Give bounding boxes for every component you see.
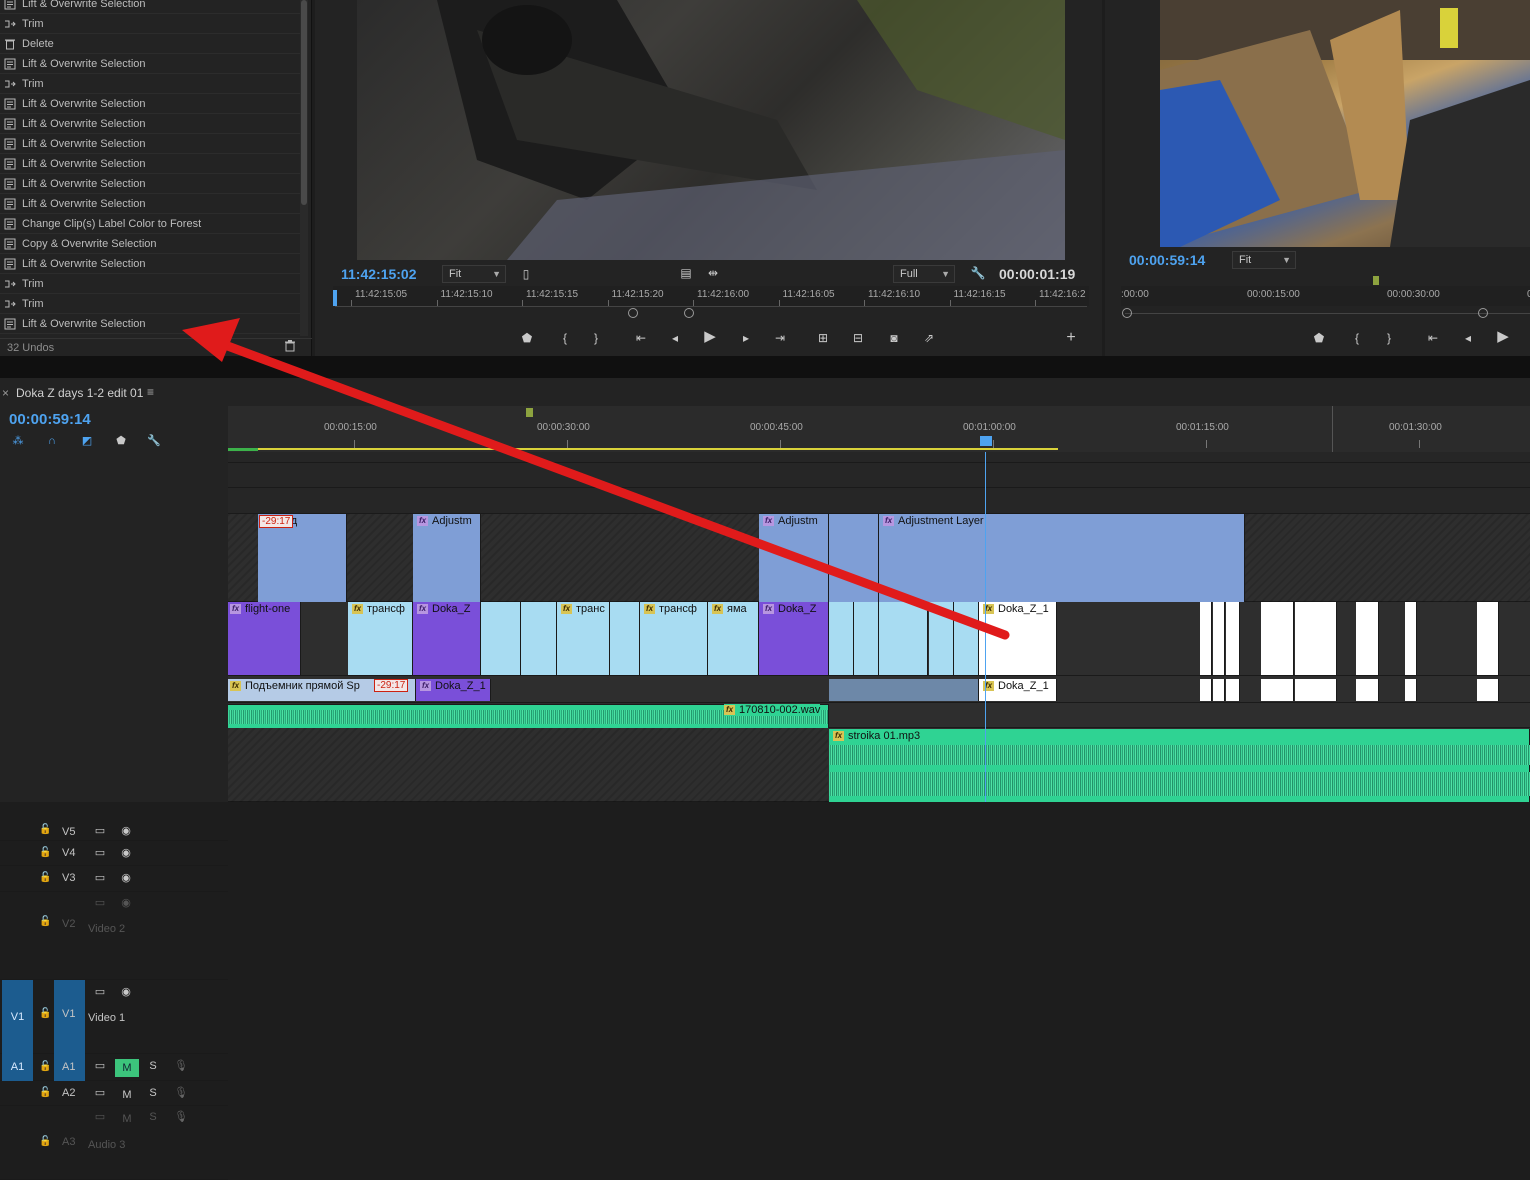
eye-icon[interactable]: ◉ <box>119 846 133 860</box>
lock-icon[interactable]: 🔓 <box>39 1136 51 1147</box>
toggle-sync-icon[interactable]: ▭ <box>93 1086 107 1100</box>
lock-icon[interactable]: 🔓 <box>39 824 51 835</box>
track-header-v4: 🔓 V4 ▭ ◉ <box>0 841 228 866</box>
solo-button[interactable]: S <box>146 1059 160 1073</box>
solo-button[interactable]: S <box>146 1110 160 1124</box>
track-name: Audio 3 <box>88 1139 126 1151</box>
eye-icon[interactable]: ◉ <box>119 896 133 910</box>
toggle-sync-icon[interactable]: ▭ <box>93 985 107 999</box>
track-label: V3 <box>62 872 76 884</box>
mute-button[interactable]: M <box>115 1110 139 1128</box>
toggle-sync-icon[interactable]: ▭ <box>93 871 107 885</box>
lock-icon[interactable]: 🔓 <box>39 1008 51 1019</box>
lock-icon[interactable]: 🔓 <box>39 916 51 927</box>
track-header-a3: 🔓 A3 ▭ M S 🎙 Audio 3 <box>0 1106 228 1180</box>
toggle-sync-icon[interactable]: ▭ <box>93 896 107 910</box>
track-label: A1 <box>62 1061 76 1073</box>
track-label: V2 <box>62 918 76 930</box>
microphone-icon[interactable]: 🎙 <box>174 1059 188 1073</box>
toggle-sync-icon[interactable]: ▭ <box>93 1059 107 1073</box>
track-header-v2: 🔓 V2 ▭ ◉ Video 2 <box>0 892 228 980</box>
track-label: A2 <box>62 1087 76 1099</box>
track-label: A3 <box>62 1136 76 1148</box>
microphone-icon[interactable]: 🎙 <box>174 1110 188 1124</box>
lock-icon[interactable]: 🔓 <box>39 1061 51 1072</box>
track-header-v5: 🔓 V5 ▭ ◉ <box>0 824 228 841</box>
solo-button[interactable]: S <box>146 1086 160 1100</box>
lock-icon[interactable]: 🔓 <box>39 847 51 858</box>
source-patch-v1[interactable]: V1 <box>2 980 33 1054</box>
track-label: V5 <box>62 826 76 838</box>
track-header-a2: 🔓 A2 ▭ M S 🎙 <box>0 1081 228 1106</box>
track-label: V1 <box>62 1008 76 1020</box>
source-patch-a1[interactable]: A1 <box>2 1054 33 1081</box>
eye-icon[interactable]: ◉ <box>119 985 133 999</box>
toggle-sync-icon[interactable]: ▭ <box>93 824 107 838</box>
track-header-a1: A1 🔓 A1 ▭ M S 🎙 <box>0 1054 228 1081</box>
track-header-v3: 🔓 V3 ▭ ◉ <box>0 866 228 892</box>
track-name: Video 2 <box>88 923 126 935</box>
mute-button[interactable]: M <box>115 1059 139 1077</box>
red-arrow-annotation <box>182 318 1010 640</box>
eye-icon[interactable]: ◉ <box>119 824 133 838</box>
lock-icon[interactable]: 🔓 <box>39 1087 51 1098</box>
track-label: V4 <box>62 847 76 859</box>
lock-icon[interactable]: 🔓 <box>39 872 51 883</box>
toggle-sync-icon[interactable]: ▭ <box>93 1110 107 1124</box>
eye-icon[interactable]: ◉ <box>119 871 133 885</box>
track-name: Video 1 <box>88 1012 126 1024</box>
microphone-icon[interactable]: 🎙 <box>174 1086 188 1100</box>
track-header-v1: V1 🔓 V1 ▭ ◉ Video 1 <box>0 980 228 1054</box>
mute-button[interactable]: M <box>115 1086 139 1104</box>
toggle-sync-icon[interactable]: ▭ <box>93 846 107 860</box>
